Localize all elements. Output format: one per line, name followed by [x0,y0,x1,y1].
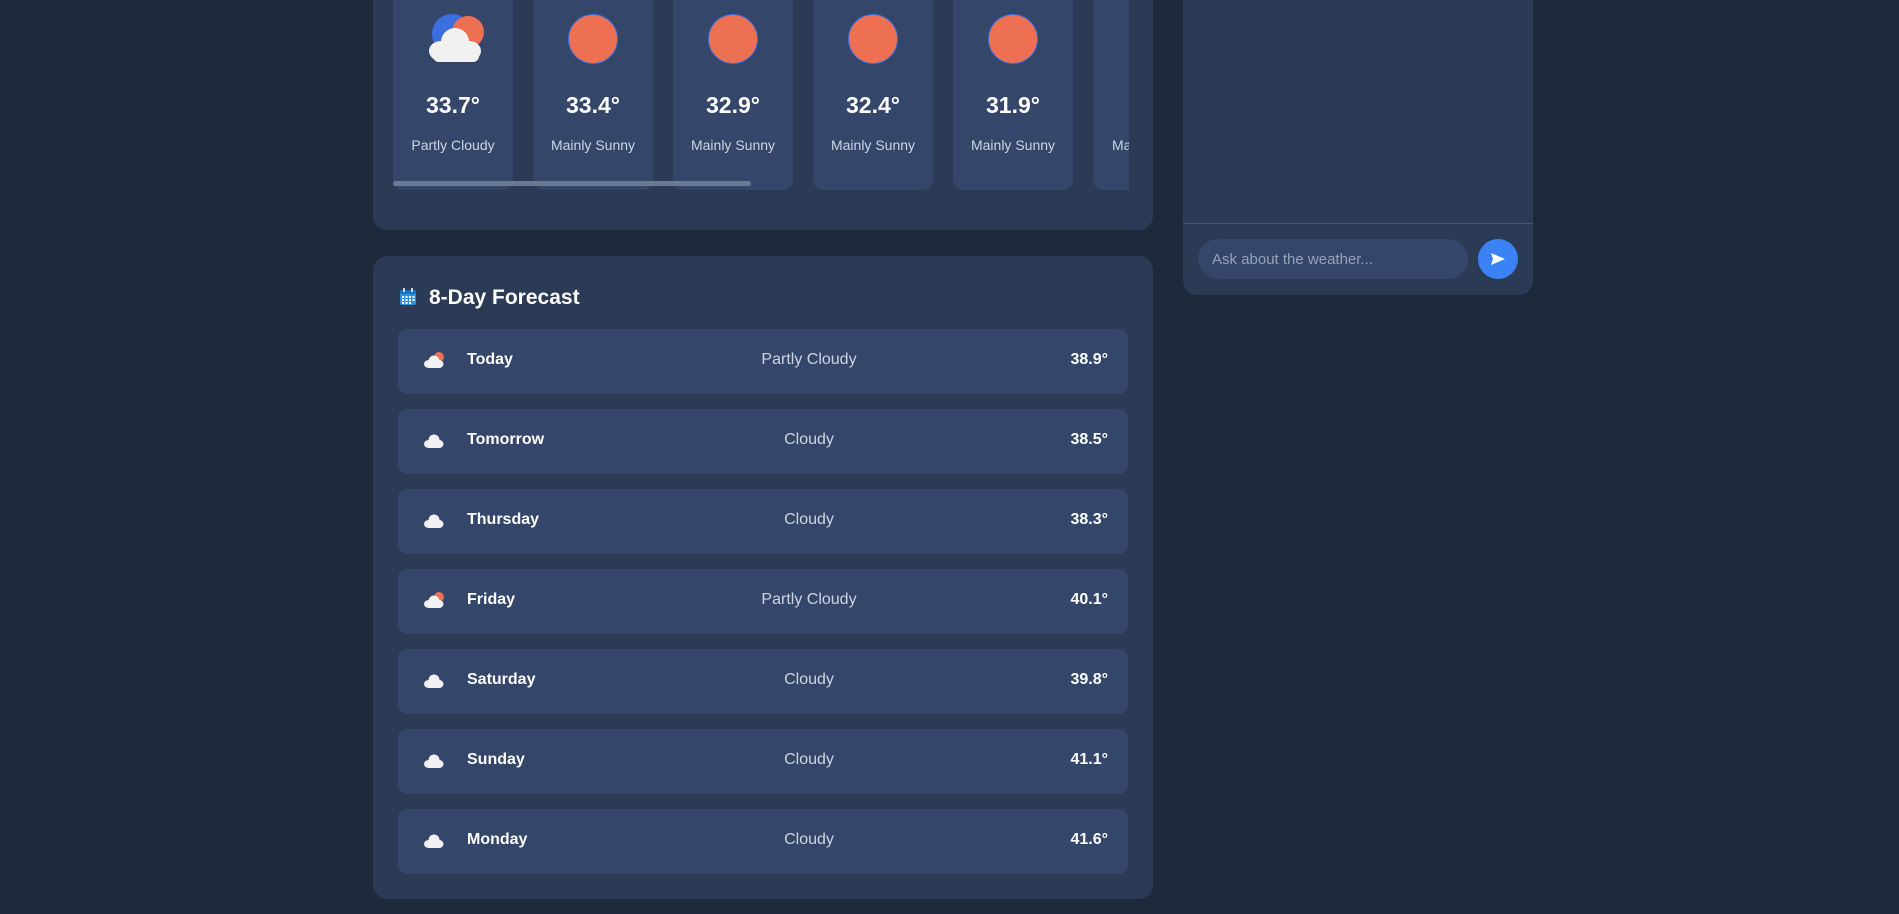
daily-forecast-panel: 8-Day Forecast Today Partly Cloudy 38.9°… [373,256,1153,899]
forecast-temperature: 39.8° [1070,671,1108,688]
sun-icon [568,14,618,64]
hour-condition: Mainly Sunny [690,137,776,153]
hour-card: 32.9° Mainly Sunny [673,0,793,190]
sun-icon [848,14,898,64]
hour-condition: Partly Cloudy [411,137,495,153]
hour-card: 33.7° Partly Cloudy [393,0,513,190]
hourly-scrollbar-thumb[interactable] [393,181,751,186]
forecast-row[interactable]: Monday Cloudy 41.6° [398,809,1128,874]
forecast-title: 8-Day Forecast [429,286,580,309]
hourly-scrollbar[interactable] [393,181,1129,187]
forecast-row[interactable]: Thursday Cloudy 38.3° [398,489,1128,554]
forecast-row[interactable]: Friday Partly Cloudy 40.1° [398,569,1128,634]
hourly-forecast-panel: 33.7° Partly Cloudy 33.4° Mainly Sunny 3… [373,0,1153,230]
forecast-temperature: 38.5° [1070,431,1108,448]
chat-input[interactable] [1198,239,1468,279]
hourly-scroll-container[interactable]: 33.7° Partly Cloudy 33.4° Mainly Sunny 3… [393,0,1129,190]
hour-card: Ma [1093,0,1129,190]
hour-condition: Mainly Sunny [550,137,636,153]
hour-temperature: 31.9° [986,92,1040,118]
forecast-temperature: 38.9° [1070,351,1108,368]
forecast-temperature: 41.6° [1070,831,1108,848]
forecast-row[interactable]: Sunday Cloudy 41.1° [398,729,1128,794]
forecast-row[interactable]: Today Partly Cloudy 38.9° [398,329,1128,394]
forecast-temperature: 40.1° [1070,591,1108,608]
hour-condition: Ma [1112,137,1129,153]
chat-messages-area[interactable] [1183,0,1533,223]
hour-condition: Mainly Sunny [970,137,1056,153]
send-button[interactable] [1478,239,1518,279]
hour-temperature: 33.4° [566,92,620,118]
partly-cloudy-icon [428,14,484,64]
hour-card: 33.4° Mainly Sunny [533,0,653,190]
forecast-temperature: 38.3° [1070,511,1108,528]
hour-card: 31.9° Mainly Sunny [953,0,1073,190]
hour-card: 32.4° Mainly Sunny [813,0,933,190]
hour-temperature: 32.4° [846,92,900,118]
forecast-row[interactable]: Saturday Cloudy 39.8° [398,649,1128,714]
forecast-temperature: 41.1° [1070,751,1108,768]
send-icon [1491,253,1505,265]
sun-icon [708,14,758,64]
sun-icon [988,14,1038,64]
chat-divider [1183,223,1533,224]
hour-temperature: 33.7° [426,92,480,118]
chat-panel [1183,0,1533,295]
hour-condition: Mainly Sunny [830,137,916,153]
hour-temperature: 32.9° [706,92,760,118]
forecast-row[interactable]: Tomorrow Cloudy 38.5° [398,409,1128,474]
